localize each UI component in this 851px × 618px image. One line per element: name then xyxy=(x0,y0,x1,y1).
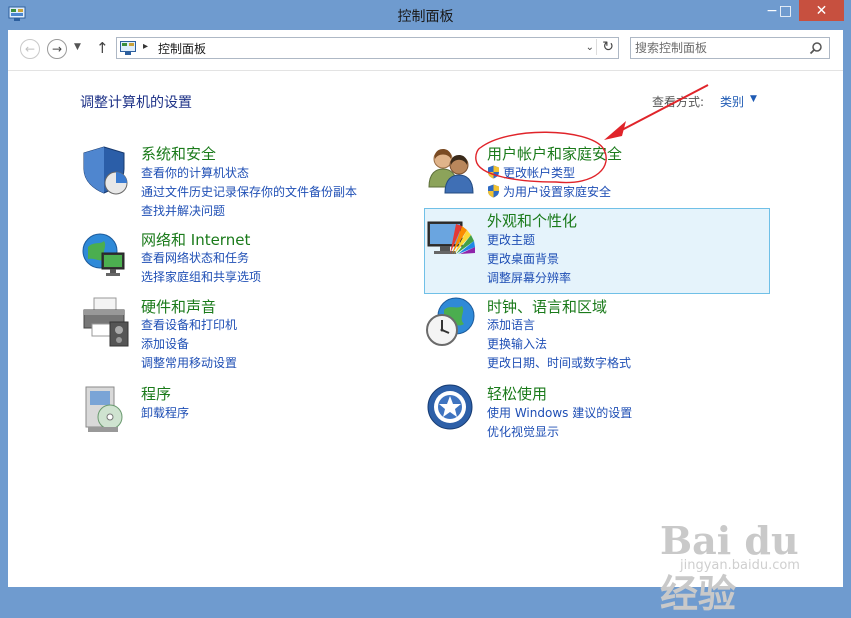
link-optimize-visual-display[interactable]: 优化视觉显示 xyxy=(487,423,559,440)
navigation-toolbar: ← → ▼ ↑ ▸ 控制面板 ⌄ ↻ xyxy=(8,30,843,71)
programs-icon[interactable] xyxy=(80,383,132,435)
annotation-arrow-head xyxy=(604,121,626,140)
forward-button[interactable]: → xyxy=(47,39,67,59)
control-panel-small-icon xyxy=(120,41,136,55)
link-change-account-type-label[interactable]: 更改帐户类型 xyxy=(503,166,575,180)
page-heading: 调整计算机的设置 xyxy=(80,95,192,111)
breadcrumb-control-panel[interactable]: 控制面板 xyxy=(158,40,206,57)
search-input[interactable] xyxy=(635,39,795,57)
arrow-left-icon: ← xyxy=(24,42,36,56)
link-network-status[interactable]: 查看网络状态和任务 xyxy=(141,249,249,266)
recent-locations-dropdown[interactable]: ▼ xyxy=(74,42,81,52)
link-uninstall-program[interactable]: 卸载程序 xyxy=(141,404,189,421)
address-bar[interactable]: ▸ 控制面板 ⌄ ↻ xyxy=(116,37,619,59)
control-panel-window: 控制面板 − □ ✕ ← → ▼ ↑ ▸ 控制面板 ⌄ ↻ 搜索控制面板 调整计… xyxy=(0,0,851,616)
category-title-user-accounts[interactable]: 用户帐户和家庭安全 xyxy=(487,143,622,164)
category-title-programs[interactable]: 程序 xyxy=(141,383,171,404)
printer-icon[interactable] xyxy=(80,296,132,348)
link-change-input-method[interactable]: 更换输入法 xyxy=(487,335,547,352)
link-homegroup[interactable]: 选择家庭组和共享选项 xyxy=(141,268,261,285)
client-area: ← → ▼ ↑ ▸ 控制面板 ⌄ ↻ 搜索控制面板 调整计算机的设置 查看方式:… xyxy=(8,30,843,616)
category-title-clock-language-region[interactable]: 时钟、语言和区域 xyxy=(487,296,607,317)
window-title: 控制面板 xyxy=(397,9,454,25)
category-title-ease-of-access[interactable]: 轻松使用 xyxy=(487,383,547,404)
view-by-chevron-icon[interactable]: ▼ xyxy=(750,94,757,104)
category-title-appearance[interactable]: 外观和个性化 xyxy=(487,210,577,231)
chevron-down-icon: ▼ xyxy=(74,42,81,52)
address-dropdown-icon[interactable]: ⌄ xyxy=(586,42,594,53)
ease-of-access-icon[interactable] xyxy=(426,383,478,435)
breadcrumb-separator-icon[interactable]: ▸ xyxy=(143,41,148,52)
link-date-time-format[interactable]: 更改日期、时间或数字格式 xyxy=(487,354,631,371)
view-by-label: 查看方式: xyxy=(652,95,705,109)
network-globe-icon[interactable] xyxy=(80,229,132,281)
users-icon[interactable] xyxy=(426,143,478,195)
link-view-computer-status[interactable]: 查看你的计算机状态 xyxy=(141,164,249,181)
arrow-up-icon: ↑ xyxy=(96,39,109,57)
baidu-watermark-url: jingyan.baidu.com xyxy=(680,558,800,573)
link-change-theme[interactable]: 更改主题 xyxy=(487,231,535,248)
link-file-history-backup[interactable]: 通过文件历史记录保存你的文件备份副本 xyxy=(141,183,357,200)
category-title-network-internet[interactable]: 网络和 Internet xyxy=(141,229,250,250)
link-change-account-type[interactable]: 更改帐户类型 xyxy=(487,164,575,181)
link-add-language[interactable]: 添加语言 xyxy=(487,316,535,333)
uac-shield-icon xyxy=(488,165,499,179)
search-icon[interactable] xyxy=(809,41,823,55)
link-mobility-settings[interactable]: 调整常用移动设置 xyxy=(141,354,237,371)
search-box[interactable] xyxy=(630,37,830,59)
link-screen-resolution[interactable]: 调整屏幕分辨率 xyxy=(487,269,571,286)
monitor-palette-icon[interactable] xyxy=(426,210,478,262)
category-title-hardware-sound[interactable]: 硬件和声音 xyxy=(141,296,216,317)
back-button[interactable]: ← xyxy=(20,39,40,59)
link-devices-printers[interactable]: 查看设备和打印机 xyxy=(141,316,237,333)
link-troubleshoot[interactable]: 查找并解决问题 xyxy=(141,202,225,219)
view-by-dropdown[interactable]: 类别 xyxy=(720,93,744,110)
category-title-system-security[interactable]: 系统和安全 xyxy=(141,143,216,164)
uac-shield-icon xyxy=(488,184,499,198)
link-family-safety[interactable]: 为用户设置家庭安全 xyxy=(487,183,611,200)
link-add-device[interactable]: 添加设备 xyxy=(141,335,189,352)
shield-icon[interactable] xyxy=(80,143,132,195)
refresh-icon[interactable]: ↻ xyxy=(596,39,614,55)
link-family-safety-label[interactable]: 为用户设置家庭安全 xyxy=(503,185,611,199)
close-button[interactable]: ✕ xyxy=(799,0,844,21)
maximize-button[interactable]: □ xyxy=(772,0,799,21)
up-button[interactable]: ↑ xyxy=(96,39,109,57)
clock-globe-icon[interactable] xyxy=(426,296,478,348)
arrow-right-icon: → xyxy=(51,42,63,56)
title-bar[interactable]: 控制面板 − □ ✕ xyxy=(0,0,851,30)
link-recommended-settings[interactable]: 使用 Windows 建议的设置 xyxy=(487,404,632,421)
link-desktop-background[interactable]: 更改桌面背景 xyxy=(487,250,559,267)
